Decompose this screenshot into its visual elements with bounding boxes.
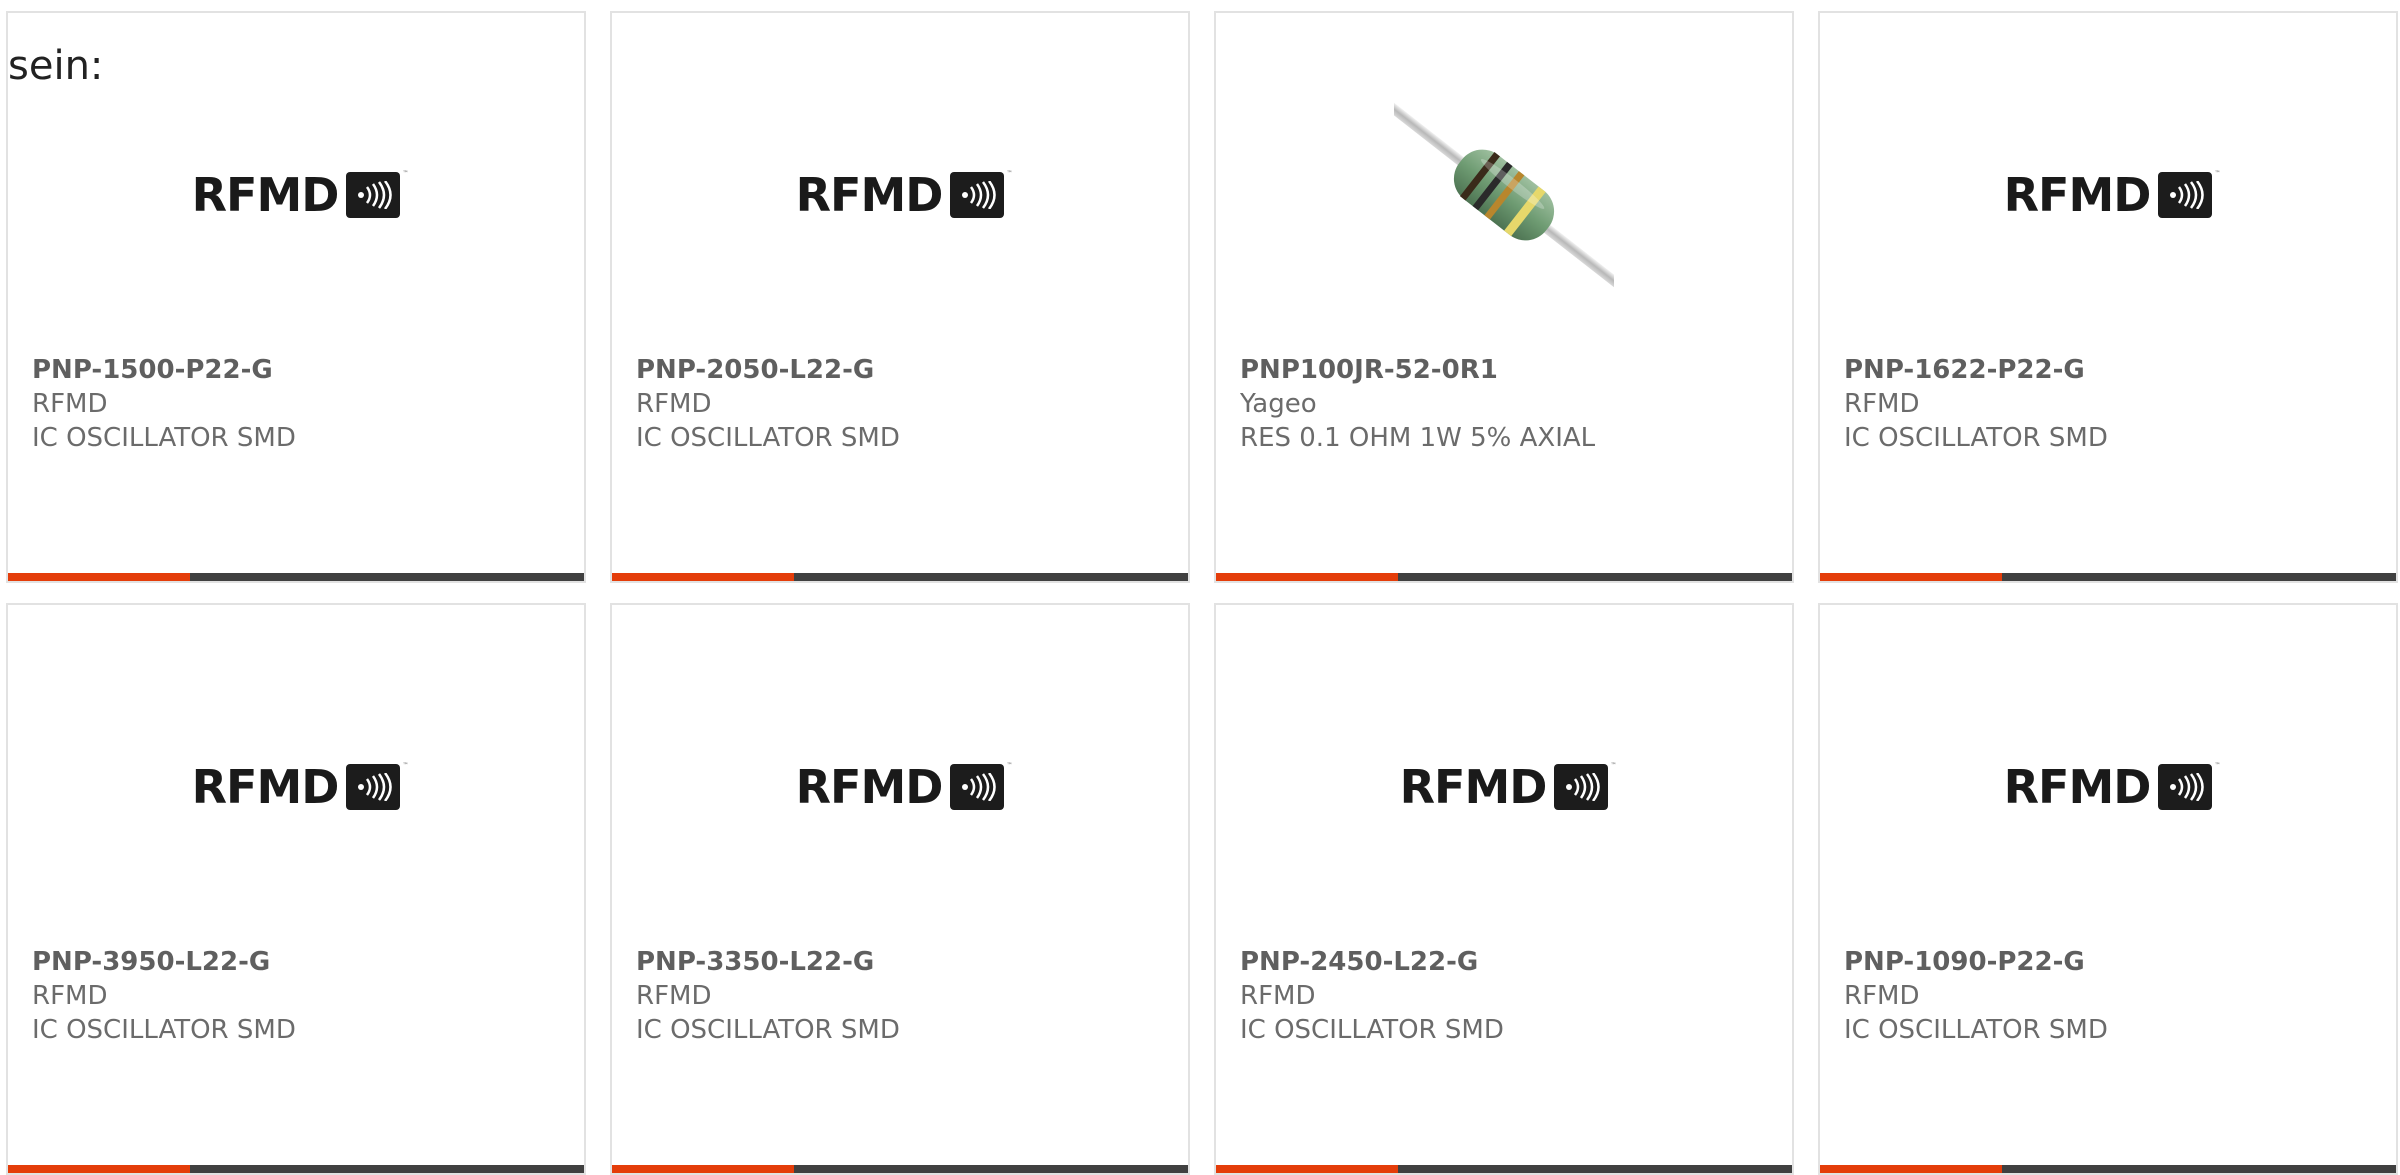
signal-waves-icon: ™ xyxy=(2158,762,2220,810)
description: IC OSCILLATOR SMD xyxy=(32,423,296,453)
manufacturer: RFMD xyxy=(636,389,712,419)
product-info: PNP-3950-L22-G RFMD IC OSCILLATOR SMD xyxy=(32,945,296,1047)
product-image[interactable]: RFMD ™ xyxy=(612,85,1188,305)
manufacturer: Yageo xyxy=(1240,389,1317,419)
product-card[interactable]: PNP100JR-52-0R1 Yageo RES 0.1 OHM 1W 5% … xyxy=(1214,11,1794,583)
part-number[interactable]: PNP-2050-L22-G xyxy=(636,353,900,387)
product-info: PNP-1622-P22-G RFMD IC OSCILLATOR SMD xyxy=(1844,353,2108,455)
rfmd-logo: RFMD ™ xyxy=(2003,760,2221,814)
rfmd-logo: RFMD ™ xyxy=(795,760,1013,814)
product-info: PNP-2050-L22-G RFMD IC OSCILLATOR SMD xyxy=(636,353,900,455)
part-number[interactable]: PNP-3950-L22-G xyxy=(32,945,296,979)
manufacturer: RFMD xyxy=(1240,981,1316,1011)
card-bar-accent xyxy=(1820,573,2002,581)
card-bar-accent xyxy=(1216,573,1398,581)
rfmd-logo: RFMD ™ xyxy=(191,760,409,814)
rfmd-logo: RFMD ™ xyxy=(191,168,409,222)
card-bar-accent xyxy=(1216,1165,1398,1173)
part-number[interactable]: PNP-1500-P22-G xyxy=(32,353,296,387)
product-card[interactable]: RFMD ™ PNP-3950-L22-G RFMD IC OSCILLATOR… xyxy=(6,603,586,1175)
signal-waves-icon: ™ xyxy=(950,762,1012,810)
product-image[interactable]: RFMD ™ xyxy=(1820,85,2396,305)
card-bottom-bar xyxy=(1216,573,1792,581)
product-image[interactable]: RFMD ™ xyxy=(8,85,584,305)
manufacturer: RFMD xyxy=(1844,389,1920,419)
card-bottom-bar xyxy=(1216,1165,1792,1173)
card-bottom-bar xyxy=(612,1165,1188,1173)
rfmd-logo: RFMD ™ xyxy=(2003,168,2221,222)
manufacturer: RFMD xyxy=(32,389,108,419)
signal-waves-icon: ™ xyxy=(1554,762,1616,810)
description: IC OSCILLATOR SMD xyxy=(32,1015,296,1045)
product-image[interactable]: RFMD ™ xyxy=(8,677,584,897)
card-bottom-bar xyxy=(1820,1165,2396,1173)
part-number[interactable]: PNP100JR-52-0R1 xyxy=(1240,353,1595,387)
product-card[interactable]: RFMD ™ PNP-1090-P22-G RFMD IC OSCILLATOR… xyxy=(1818,603,2398,1175)
product-info: PNP100JR-52-0R1 Yageo RES 0.1 OHM 1W 5% … xyxy=(1240,353,1595,455)
description: IC OSCILLATOR SMD xyxy=(636,423,900,453)
signal-waves-icon: ™ xyxy=(950,170,1012,218)
product-card[interactable]: RFMD ™ PNP-1622-P22-G RFMD IC OSCILLATOR… xyxy=(1818,11,2398,583)
part-number[interactable]: PNP-1090-P22-G xyxy=(1844,945,2108,979)
manufacturer: RFMD xyxy=(32,981,108,1011)
description: RES 0.1 OHM 1W 5% AXIAL xyxy=(1240,423,1596,453)
description: IC OSCILLATOR SMD xyxy=(636,1015,900,1045)
product-image[interactable]: RFMD ™ xyxy=(1216,677,1792,897)
card-bar-accent xyxy=(612,573,794,581)
card-bar-accent xyxy=(8,573,190,581)
part-number[interactable]: PNP-1622-P22-G xyxy=(1844,353,2108,387)
signal-waves-icon: ™ xyxy=(346,170,408,218)
manufacturer: RFMD xyxy=(1844,981,1920,1011)
card-bar-accent xyxy=(612,1165,794,1173)
card-bottom-bar xyxy=(8,573,584,581)
product-info: PNP-3350-L22-G RFMD IC OSCILLATOR SMD xyxy=(636,945,900,1047)
rfmd-logo: RFMD ™ xyxy=(1399,760,1617,814)
signal-waves-icon: ™ xyxy=(2158,170,2220,218)
product-card[interactable]: RFMD ™ PNP-2050-L22-G RFMD IC OSCILLATOR… xyxy=(610,11,1190,583)
rfmd-logo: RFMD ™ xyxy=(795,168,1013,222)
card-bottom-bar xyxy=(612,573,1188,581)
description: IC OSCILLATOR SMD xyxy=(1844,423,2108,453)
product-card[interactable]: RFMD ™ PNP-3350-L22-G RFMD IC OSCILLATOR… xyxy=(610,603,1190,1175)
card-bar-accent xyxy=(1820,1165,2002,1173)
description: IC OSCILLATOR SMD xyxy=(1240,1015,1504,1045)
card-bottom-bar xyxy=(1820,573,2396,581)
manufacturer: RFMD xyxy=(636,981,712,1011)
product-grid: RFMD ™ PNP-1500-P22-G RFMD IC OSCILLATOR… xyxy=(6,11,2400,1175)
product-image[interactable] xyxy=(1216,85,1792,305)
intro-text: sein: xyxy=(8,43,104,89)
product-image[interactable]: RFMD ™ xyxy=(1820,677,2396,897)
part-number[interactable]: PNP-2450-L22-G xyxy=(1240,945,1504,979)
card-bar-accent xyxy=(8,1165,190,1173)
resistor-photo xyxy=(1394,98,1614,292)
product-info: PNP-2450-L22-G RFMD IC OSCILLATOR SMD xyxy=(1240,945,1504,1047)
description: IC OSCILLATOR SMD xyxy=(1844,1015,2108,1045)
card-bottom-bar xyxy=(8,1165,584,1173)
product-info: PNP-1500-P22-G RFMD IC OSCILLATOR SMD xyxy=(32,353,296,455)
product-card[interactable]: RFMD ™ PNP-1500-P22-G RFMD IC OSCILLATOR… xyxy=(6,11,586,583)
signal-waves-icon: ™ xyxy=(346,762,408,810)
product-card[interactable]: RFMD ™ PNP-2450-L22-G RFMD IC OSCILLATOR… xyxy=(1214,603,1794,1175)
product-image[interactable]: RFMD ™ xyxy=(612,677,1188,897)
part-number[interactable]: PNP-3350-L22-G xyxy=(636,945,900,979)
product-info: PNP-1090-P22-G RFMD IC OSCILLATOR SMD xyxy=(1844,945,2108,1047)
